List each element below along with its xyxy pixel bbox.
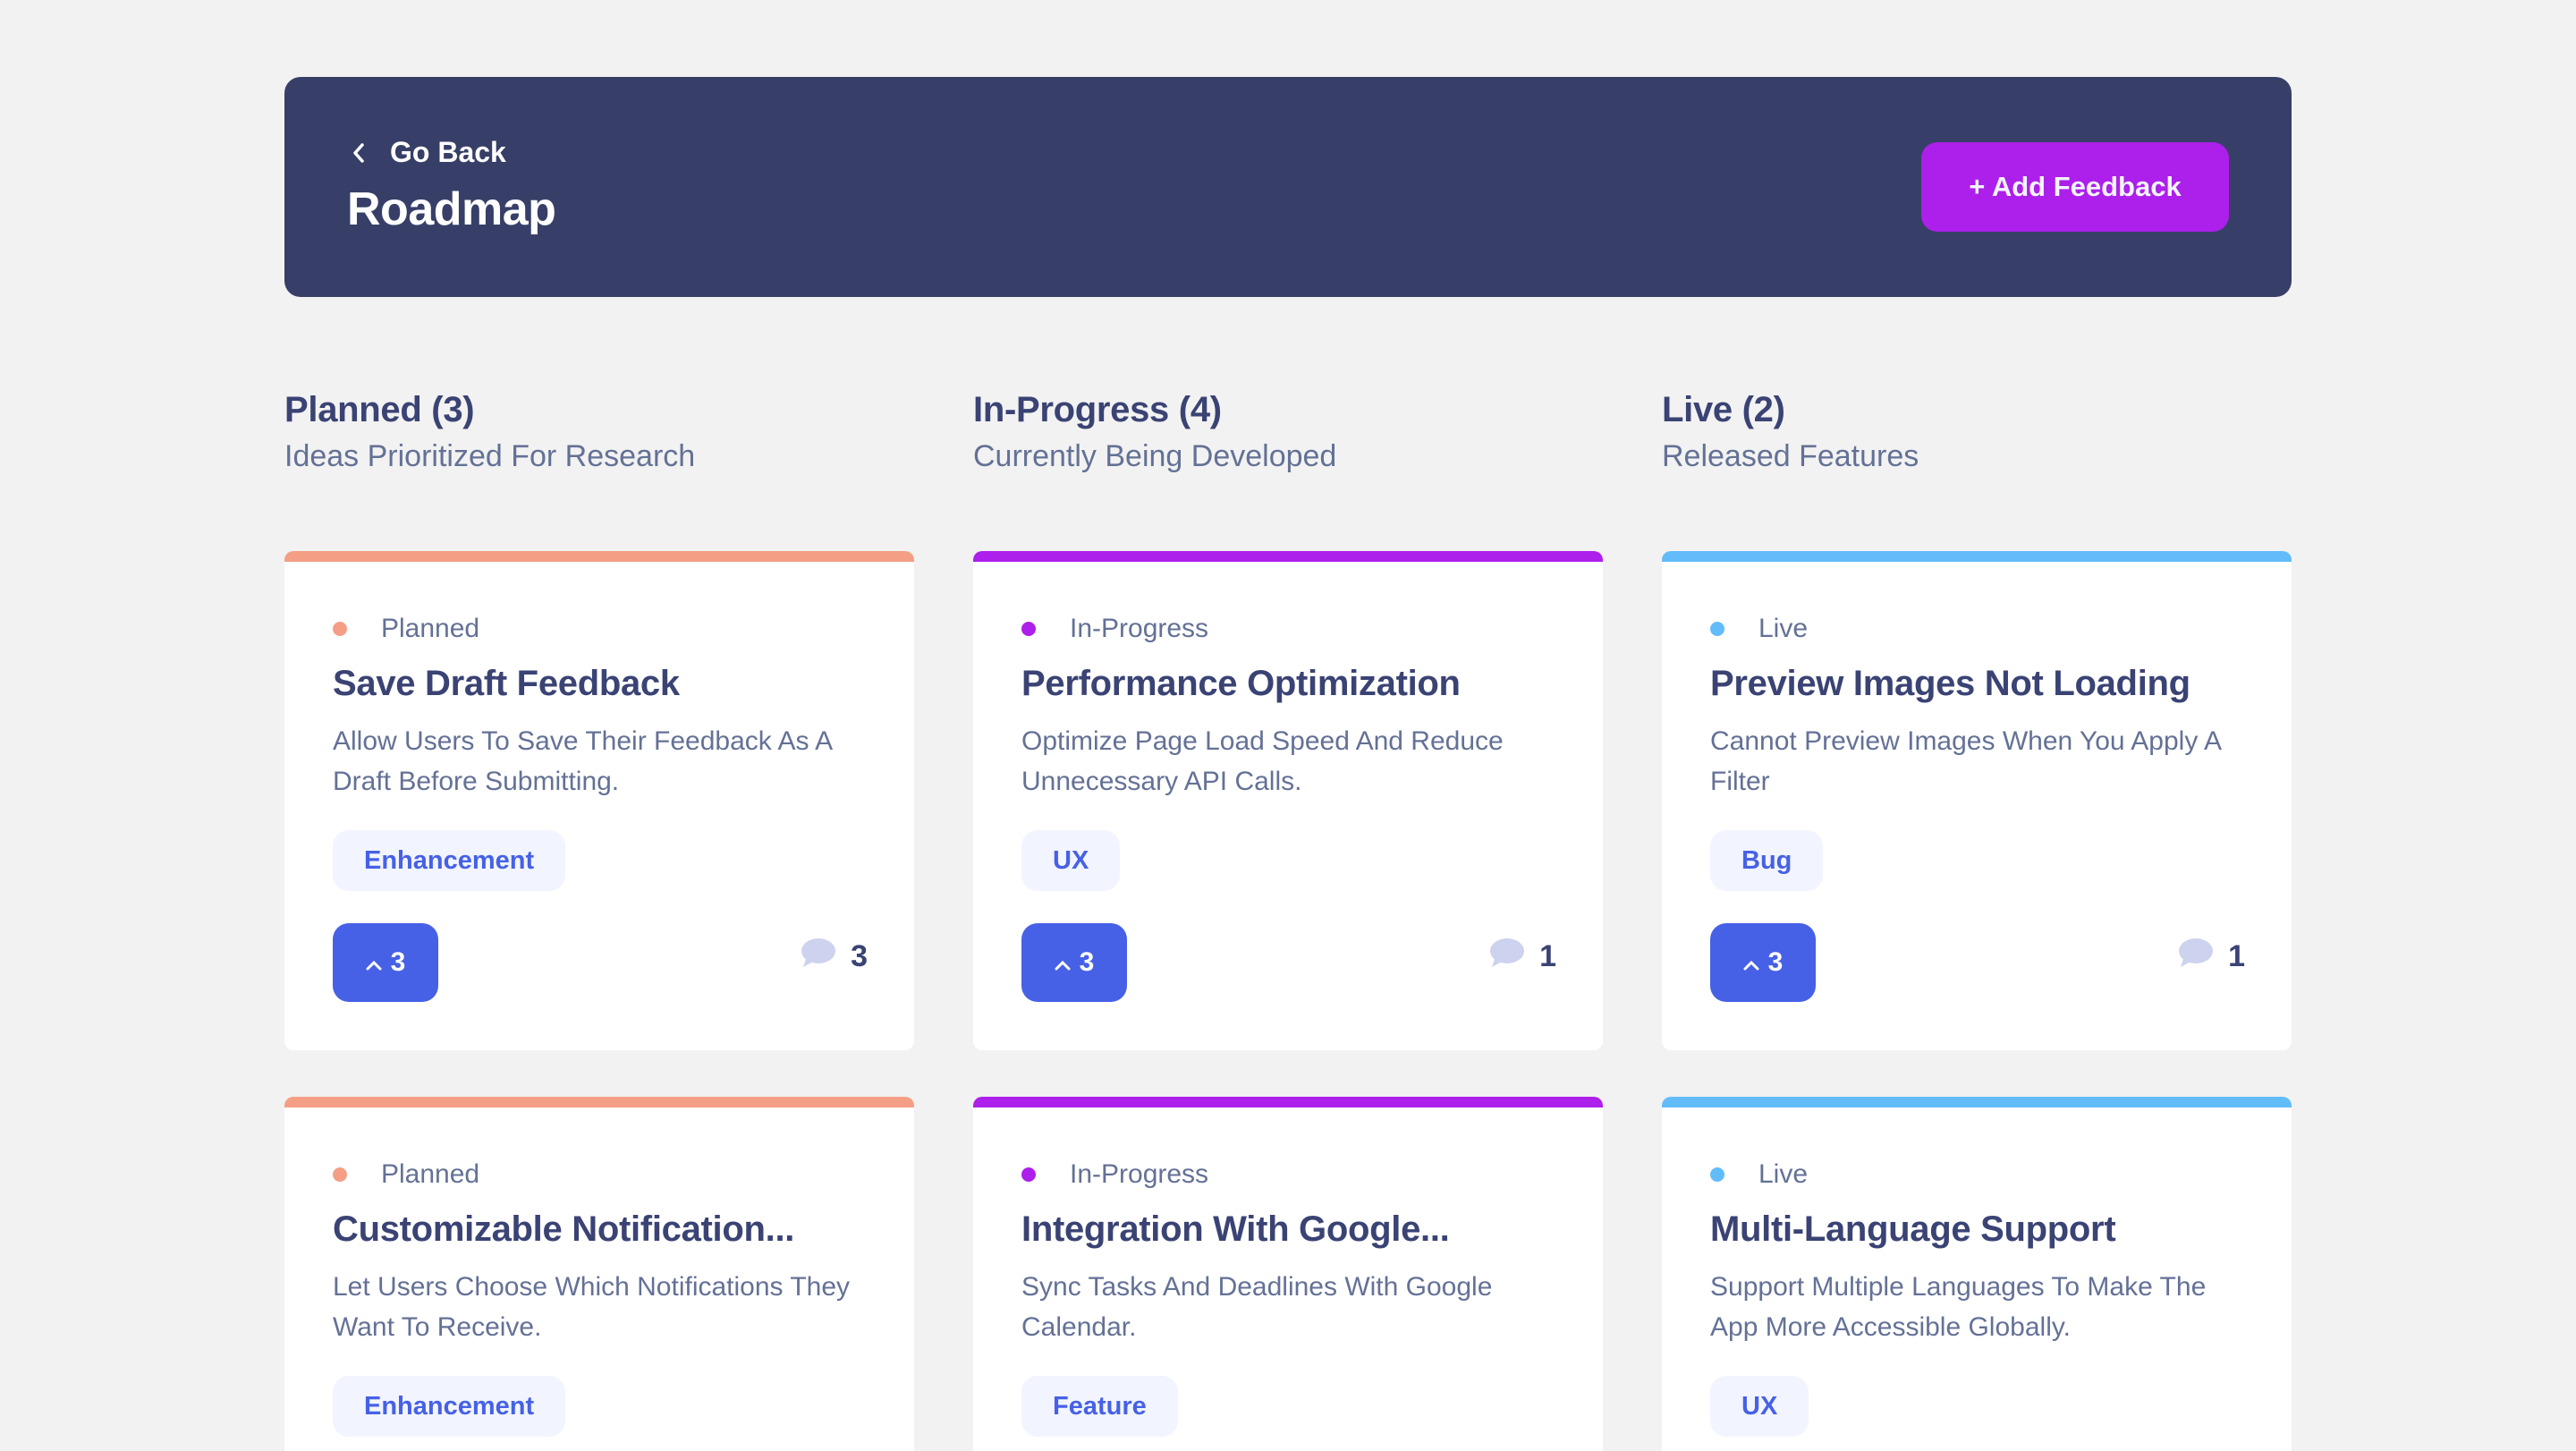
upvote-count: 3	[1079, 947, 1095, 977]
status-color-bar	[973, 551, 1603, 562]
status-label: Live	[1758, 614, 1809, 643]
comment-bubble-icon	[801, 938, 836, 976]
chevron-up-icon	[1743, 947, 1759, 978]
status-color-bar	[284, 551, 914, 562]
column-subtitle: Currently Being Developed	[973, 439, 1337, 473]
card-status: Live	[1710, 1159, 1808, 1190]
status-dot-icon	[333, 622, 347, 636]
card-status: In-Progress	[1021, 1159, 1208, 1190]
status-dot-icon	[1021, 622, 1036, 636]
column-live: Live (2) Released Features	[1662, 390, 2292, 474]
feedback-card[interactable]: Live Multi-Language Support Support Mult…	[1662, 1097, 2292, 1451]
upvote-button[interactable]: 3	[1710, 923, 1816, 1002]
column-planned: Planned (3) Ideas Prioritized For Resear…	[284, 390, 914, 474]
comment-bubble-icon	[1489, 938, 1525, 976]
chevron-left-icon	[347, 141, 370, 165]
card-description: Let Users Choose Which Notifications The…	[333, 1272, 851, 1342]
comment-count: 3	[801, 938, 868, 976]
card-title[interactable]: Save Draft Feedback	[333, 664, 680, 704]
page-title: Roadmap	[347, 183, 556, 235]
status-label: In-Progress	[1070, 614, 1209, 643]
upvote-count: 3	[390, 947, 406, 977]
column-subtitle: Released Features	[1662, 439, 1919, 473]
go-back-link[interactable]: Go Back	[347, 136, 506, 169]
card-title[interactable]: Multi-Language Support	[1710, 1209, 2116, 1250]
upvote-button[interactable]: 3	[1021, 923, 1127, 1002]
category-tag[interactable]: Bug	[1710, 830, 1824, 891]
status-color-bar	[1662, 1097, 2292, 1107]
feedback-card[interactable]: Planned Customizable Notification... Let…	[284, 1097, 914, 1451]
comment-count: 1	[1489, 938, 1556, 976]
card-status: In-Progress	[1021, 614, 1208, 644]
column-title: Live (2)	[1662, 390, 1785, 429]
card-title[interactable]: Customizable Notification...	[333, 1209, 794, 1250]
feedback-card[interactable]: In-Progress Performance Optimization Opt…	[973, 551, 1603, 1050]
card-description: Support Multiple Languages To Make The A…	[1710, 1272, 2207, 1342]
status-dot-icon	[1710, 1167, 1724, 1182]
status-dot-icon	[1021, 1167, 1036, 1182]
feedback-card[interactable]: In-Progress Integration With Google... S…	[973, 1097, 1603, 1451]
status-color-bar	[973, 1097, 1603, 1107]
category-tag[interactable]: Feature	[1021, 1376, 1178, 1437]
column-subtitle: Ideas Prioritized For Research	[284, 439, 696, 473]
category-tag[interactable]: UX	[1021, 830, 1121, 891]
status-label: Planned	[381, 1159, 480, 1189]
status-dot-icon	[1710, 622, 1724, 636]
category-tag[interactable]: UX	[1710, 1376, 1809, 1437]
status-color-bar	[284, 1097, 914, 1107]
comment-count-value: 3	[851, 939, 868, 973]
status-label: In-Progress	[1070, 1159, 1209, 1189]
go-back-label: Go Back	[390, 136, 506, 168]
card-title[interactable]: Preview Images Not Loading	[1710, 664, 2190, 704]
status-dot-icon	[333, 1167, 347, 1182]
comment-count-value: 1	[2228, 939, 2245, 973]
feedback-card[interactable]: Planned Save Draft Feedback Allow Users …	[284, 551, 914, 1050]
card-title[interactable]: Integration With Google...	[1021, 1209, 1450, 1250]
comment-count: 1	[2178, 938, 2245, 976]
column-title: In-Progress (4)	[973, 390, 1222, 429]
card-description: Optimize Page Load Speed And Reduce Unne…	[1021, 726, 1504, 796]
comment-count-value: 1	[1539, 939, 1556, 973]
category-tag[interactable]: Enhancement	[333, 830, 566, 891]
column-title: Planned (3)	[284, 390, 475, 429]
card-description: Allow Users To Save Their Feedback As A …	[333, 726, 832, 796]
feedback-card[interactable]: Live Preview Images Not Loading Cannot P…	[1662, 551, 2292, 1050]
chevron-up-icon	[1055, 947, 1071, 978]
comment-bubble-icon	[2178, 938, 2214, 976]
status-label: Planned	[381, 614, 480, 643]
card-description: Sync Tasks And Deadlines With Google Cal…	[1021, 1272, 1493, 1342]
card-status: Planned	[333, 614, 479, 644]
chevron-up-icon	[366, 947, 382, 978]
card-title[interactable]: Performance Optimization	[1021, 664, 1461, 704]
upvote-count: 3	[1767, 947, 1784, 977]
upvote-button[interactable]: 3	[333, 923, 438, 1002]
add-feedback-button[interactable]: + Add Feedback	[1921, 142, 2229, 232]
category-tag[interactable]: Enhancement	[333, 1376, 566, 1437]
card-description: Cannot Preview Images When You Apply A F…	[1710, 726, 2221, 796]
card-status: Live	[1710, 614, 1808, 644]
roadmap-header: Go Back Roadmap + Add Feedback	[284, 77, 2292, 297]
status-label: Live	[1758, 1159, 1809, 1189]
status-color-bar	[1662, 551, 2292, 562]
card-status: Planned	[333, 1159, 479, 1190]
column-in-progress: In-Progress (4) Currently Being Develope…	[973, 390, 1603, 474]
